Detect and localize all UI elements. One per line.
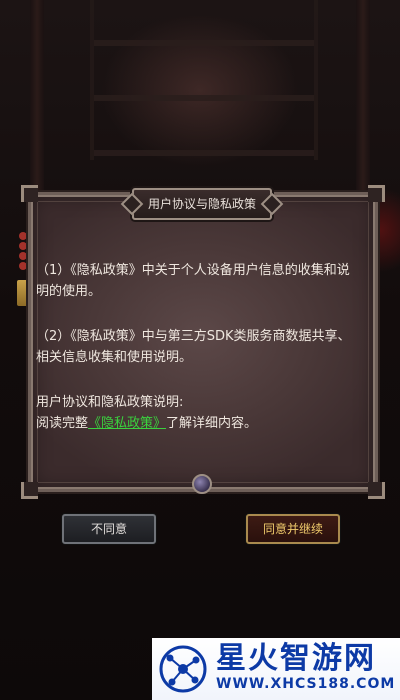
policy-paragraph-2: （2）《隐私政策》中与第三方SDK类服务商数据共享、相关信息收集和使用说明。: [36, 329, 351, 365]
watermark: 星火智游网 WWW.XHCS188.COM: [152, 638, 400, 700]
corner-ornament: [21, 482, 38, 499]
background-shelf: [90, 0, 318, 160]
privacy-policy-link[interactable]: 《隐私政策》: [88, 416, 166, 431]
agree-continue-button[interactable]: 同意并继续: [246, 514, 340, 544]
orb-ornament: [192, 474, 212, 494]
notice-prefix: 阅读完整: [36, 416, 89, 431]
corner-ornament: [368, 482, 385, 499]
watermark-title: 星火智游网: [216, 641, 376, 676]
network-logo-icon: [159, 645, 207, 693]
notice-line: 用户协议和隐私政策说明: 阅读完整《隐私政策》了解详细内容。: [36, 392, 362, 434]
watermark-url: WWW.XHCS188.COM: [216, 676, 396, 692]
policy-paragraph-1: （1）《隐私政策》中关于个人设备用户信息的收集和说明的使用。: [36, 263, 350, 299]
dialog-content: （1）《隐私政策》中关于个人设备用户信息的收集和说明的使用。 （2）《隐私政策》…: [36, 260, 362, 434]
dialog-title: 用户协议与隐私政策: [132, 188, 272, 220]
notice-suffix: 了解详细内容。: [166, 416, 258, 431]
corner-ornament: [21, 185, 38, 202]
corner-ornament: [368, 185, 385, 202]
notice-heading: 用户协议和隐私政策说明:: [36, 395, 184, 410]
disagree-button[interactable]: 不同意: [62, 514, 156, 544]
